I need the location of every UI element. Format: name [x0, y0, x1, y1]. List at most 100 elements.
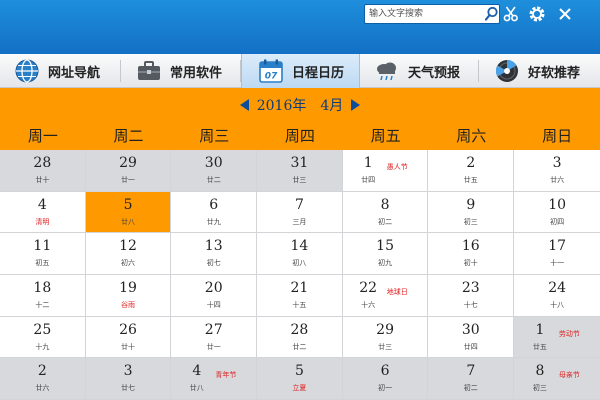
- lunar-date: 初一: [378, 384, 393, 393]
- calendar-day-cell[interactable]: 7 初二: [428, 358, 515, 400]
- search-input[interactable]: [365, 5, 481, 23]
- lunar-date: 初十: [463, 259, 478, 268]
- day-number: 25: [33, 321, 52, 338]
- calendar-day-cell[interactable]: 28 廿十: [0, 150, 86, 192]
- calendar-day-cell[interactable]: 10 初四: [514, 191, 600, 234]
- day-number: 5: [294, 363, 304, 380]
- calendar-day-cell[interactable]: 14 初八: [257, 233, 343, 276]
- lunar-date: 廿十: [35, 176, 50, 184]
- day-number: 5: [123, 196, 133, 213]
- calendar-day-cell[interactable]: 11 初五: [0, 233, 86, 276]
- lunar-date: 初三: [463, 217, 478, 226]
- calendar-day-cell[interactable]: 25 十九: [0, 316, 86, 359]
- day-number: 14: [290, 238, 309, 255]
- calendar-day-cell[interactable]: 2 廿六: [0, 358, 86, 400]
- lunar-date: 廿五: [463, 176, 478, 184]
- weather-cloud-icon: [377, 62, 396, 81]
- day-number: 19: [119, 280, 137, 297]
- calendar-day-cell[interactable]: 2 廿五: [428, 150, 515, 192]
- calendar-day-cell[interactable]: 26 廿十: [85, 316, 172, 359]
- calendar-day-cell[interactable]: 12 初六: [85, 233, 172, 276]
- weekday-label: 周六: [456, 127, 487, 145]
- lunar-date: 廿二: [206, 176, 221, 184]
- prev-month-icon[interactable]: [239, 99, 249, 111]
- lunar-date: 廿八: [121, 217, 136, 226]
- calendar-day-cell[interactable]: 16 初十: [428, 233, 515, 276]
- lunar-date: 初七: [206, 259, 221, 268]
- calendar-day-cell[interactable]: 29 廿三: [342, 316, 429, 359]
- calendar-day-cell[interactable]: 6 初一: [342, 358, 429, 400]
- tab-site-navigation[interactable]: 网址导航: [14, 54, 100, 88]
- weekday-label: 周日: [542, 127, 573, 145]
- nav-divider: [120, 60, 121, 82]
- calendar-day-cell[interactable]: 6 廿九: [171, 191, 258, 234]
- lunar-date: 初二: [378, 217, 393, 226]
- calendar-day-cell[interactable]: 24 十八: [514, 275, 600, 317]
- lunar-date: 十八: [550, 301, 565, 310]
- calendar-day-cell[interactable]: 9 初三: [428, 191, 515, 234]
- calendar-day-cell[interactable]: 8 初三 母亲节: [514, 358, 600, 400]
- day-number: 23: [461, 280, 480, 297]
- calendar-day-cell[interactable]: 1 廿五 劳动节: [514, 316, 600, 359]
- toolbox-icon: [138, 61, 160, 80]
- search-icon[interactable]: [484, 6, 499, 22]
- lunar-date: 十七: [463, 301, 478, 310]
- calendar-week-row: 18 十二 19 谷雨 20 十四 21 十五 22 十六 地球日 23 十七 24 十八: [0, 275, 600, 317]
- lunar-date: 廿六: [550, 176, 565, 184]
- calendar-day-cell[interactable]: 27 廿一: [171, 316, 258, 359]
- calendar-day-today[interactable]: 5 廿八: [85, 191, 172, 234]
- calendar-day-cell[interactable]: 4 廿八 青年节: [171, 358, 258, 400]
- month-header: 2016年 4月: [0, 88, 600, 122]
- calendar-day-cell[interactable]: 21 十五: [257, 275, 343, 317]
- lunar-date: 廿八: [189, 384, 204, 393]
- day-number: 21: [290, 280, 309, 297]
- close-icon[interactable]: [556, 5, 574, 23]
- lunar-date: 廿二: [292, 342, 307, 351]
- calendar-day-cell[interactable]: 3 廿七: [85, 358, 172, 400]
- lunar-date: 十九: [35, 342, 50, 351]
- calendar-day-cell[interactable]: 23 十七: [428, 275, 515, 317]
- festival-label: 母亲节: [558, 371, 580, 380]
- day-number: 12: [119, 238, 137, 255]
- scissors-icon[interactable]: [502, 5, 520, 23]
- calendar-day-cell[interactable]: 22 十六 地球日: [342, 275, 429, 317]
- day-number: 7: [466, 363, 476, 380]
- festival-label: 愚人节: [386, 163, 408, 171]
- calendar-day-cell[interactable]: 8 初二: [342, 191, 429, 234]
- calendar-day-cell[interactable]: 7 三月: [257, 191, 343, 234]
- calendar-day-cell[interactable]: 18 十二: [0, 275, 86, 317]
- calendar-day-cell[interactable]: 31 廿三: [257, 150, 343, 192]
- lunar-date: 初六: [121, 259, 136, 268]
- title-bar: [0, 0, 600, 54]
- calendar-day-cell[interactable]: 17 十一: [514, 233, 600, 276]
- tab-site-navigation-label: 网址导航: [48, 65, 101, 81]
- calendar-day-cell[interactable]: 28 廿二: [257, 316, 343, 359]
- calendar-icon: 07: [259, 59, 283, 83]
- calendar-day-cell[interactable]: 20 十四: [171, 275, 258, 317]
- calendar-week-row: 2 廿六 3 廿七 4 廿八 青年节 5 立夏 6 初一 7 初二 8 初三 母亲节: [0, 358, 600, 400]
- tab-calendar[interactable]: 07 日程日历: [241, 54, 360, 88]
- tab-common-software[interactable]: 常用软件: [136, 54, 222, 88]
- calendar-day-cell[interactable]: 13 初七: [171, 233, 258, 276]
- calendar-day-cell[interactable]: 15 初九: [342, 233, 429, 276]
- tab-weather[interactable]: 天气预报: [374, 54, 460, 88]
- calendar-day-cell[interactable]: 4 清明: [0, 191, 86, 234]
- calendar-day-cell[interactable]: 19 谷雨: [85, 275, 172, 317]
- lunar-date: 十二: [35, 301, 50, 310]
- calendar-day-cell[interactable]: 29 廿一: [85, 150, 172, 192]
- tab-recommended-software[interactable]: 好软推荐: [494, 54, 580, 88]
- next-month-icon[interactable]: [351, 99, 361, 111]
- calendar-day-cell[interactable]: 30 廿二: [171, 150, 258, 192]
- calendar-day-cell[interactable]: 1 廿四 愚人节: [342, 150, 429, 192]
- calendar-day-cell[interactable]: 3 廿六: [514, 150, 600, 192]
- day-number: 15: [376, 238, 394, 255]
- lunar-date: 廿四: [361, 176, 376, 184]
- day-number: 4: [37, 196, 47, 213]
- gear-icon[interactable]: [528, 5, 546, 23]
- weekday-label: 周二: [113, 127, 144, 145]
- day-number: 10: [548, 196, 567, 213]
- calendar-day-cell[interactable]: 30 廿四: [428, 316, 515, 359]
- calendar-day-cell[interactable]: 5 立夏: [257, 358, 343, 400]
- calendar-grid: 28 廿十 29 廿一 30 廿二 31 廿三 1 廿四 愚人节 2 廿五 3 廿六 4 清明 5 廿八 6 廿九 7 三月…: [0, 150, 600, 400]
- globe-icon: [15, 59, 39, 83]
